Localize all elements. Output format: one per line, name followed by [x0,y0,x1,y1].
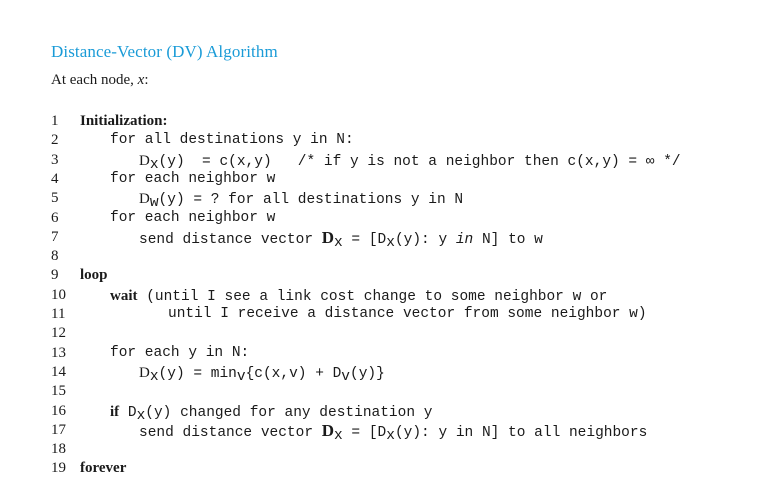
code-line: 10 wait (until I see a link cost change … [0,286,762,305]
line-number: 8 [51,248,59,265]
symbol-D: D [139,152,150,169]
code-fragment: (y) = ? for all destinations y in N [158,192,464,209]
code-line: 8 [0,247,762,266]
line-number: 5 [51,190,59,207]
line-number: 14 [51,363,66,380]
code-fragment: (until I see a link cost change to some … [137,288,608,305]
code-text: for each neighbor w [110,209,276,226]
line-number: 6 [51,209,59,226]
code-line: 15 [0,382,762,401]
page-subtitle: At each node, x: [51,72,148,89]
code-text: until I receive a distance vector from s… [168,306,647,322]
code-text: if Dx(y) changed for any destination y [110,402,432,423]
code-line: 16 if Dx(y) changed for any destination … [0,402,762,423]
code-fragment: (y) = c(x,y) /* if y is not a neighbor t… [158,153,681,170]
code-fragment: D [119,404,137,421]
line-number: 1 [51,113,59,129]
symbol-D: D [139,191,150,208]
code-line: 17 send distance vector Dx = [Dx(y): y i… [0,420,762,443]
code-text: Dx(y) = minv{c(x,v) + Dv(y)} [139,363,385,384]
code-fragment: send distance vector [139,231,322,248]
line-number: 3 [51,151,59,168]
code-line: 3 Dx(y) = c(x,y) /* if y is not a neighb… [0,151,762,172]
vector-D: D [321,420,335,440]
code-fragment: (y) changed for any destination y [145,404,433,421]
code-fragment: (y)} [350,365,385,382]
line-number: 2 [51,132,59,149]
code-line: 7 send distance vector Dx = [Dx(y): y in… [0,227,762,250]
line-number: 12 [51,325,66,342]
code-line: 11 until I receive a distance vector fro… [0,305,762,324]
forever-keyword: forever [80,460,127,477]
line-number: 13 [51,344,66,361]
code-fragment: N] to w [473,231,543,248]
line-number: 10 [51,286,66,303]
wait-keyword: wait [110,287,138,304]
code-line: 1 Initialization: [0,112,762,131]
line-number: 18 [51,441,66,458]
line-number: 11 [51,306,66,322]
code-line: 9 loop [0,266,762,285]
code-fragment: (y): y in N] to all neighbors [394,424,648,441]
code-line: 5 Dw(y) = ? for all destinations y in N [0,189,762,210]
code-fragment: {c(x,v) + D [245,365,342,382]
initialization-keyword: Initialization: [80,113,168,129]
symbol-D: D [139,364,150,381]
code-line: 12 [0,324,762,343]
if-keyword: if [110,403,120,420]
page-title: Distance-Vector (DV) Algorithm [51,42,278,61]
code-text: for each y in N: [110,344,250,361]
line-number: 17 [51,421,66,438]
code-fragment: = [D [342,424,387,441]
code-fragment: send distance vector [139,424,322,441]
code-fragment: (y): y [394,231,456,248]
code-text: for each neighbor w [110,170,276,187]
line-number: 15 [51,383,66,400]
line-number: 4 [51,170,59,187]
code-text: wait (until I see a link cost change to … [110,286,607,307]
code-line: 19 forever [0,459,762,478]
line-number: 16 [51,402,66,419]
code-line: 18 [0,440,762,459]
line-number: 19 [51,460,66,477]
code-text: Dw(y) = ? for all destinations y in N [139,189,463,210]
code-fragment-italic: in [455,231,474,248]
code-fragment: = [D [342,231,387,248]
code-text: for all destinations y in N: [110,132,354,149]
code-fragment: (y) = min [158,365,237,382]
code-line: 6 for each neighbor w [0,209,762,228]
subtitle-prefix: At each node, [51,72,138,88]
code-line: 2 for all destinations y in N: [0,131,762,150]
code-line: 14 Dx(y) = minv{c(x,v) + Dv(y)} [0,363,762,384]
code-text: Dx(y) = c(x,y) /* if y is not a neighbor… [139,151,681,172]
code-line: 4 for each neighbor w [0,170,762,189]
vector-D: D [321,227,335,247]
line-number: 7 [51,228,59,245]
code-line: 13 for each y in N: [0,344,762,363]
loop-keyword: loop [80,267,108,284]
line-number: 9 [51,267,59,284]
subtitle-suffix: : [144,72,149,88]
